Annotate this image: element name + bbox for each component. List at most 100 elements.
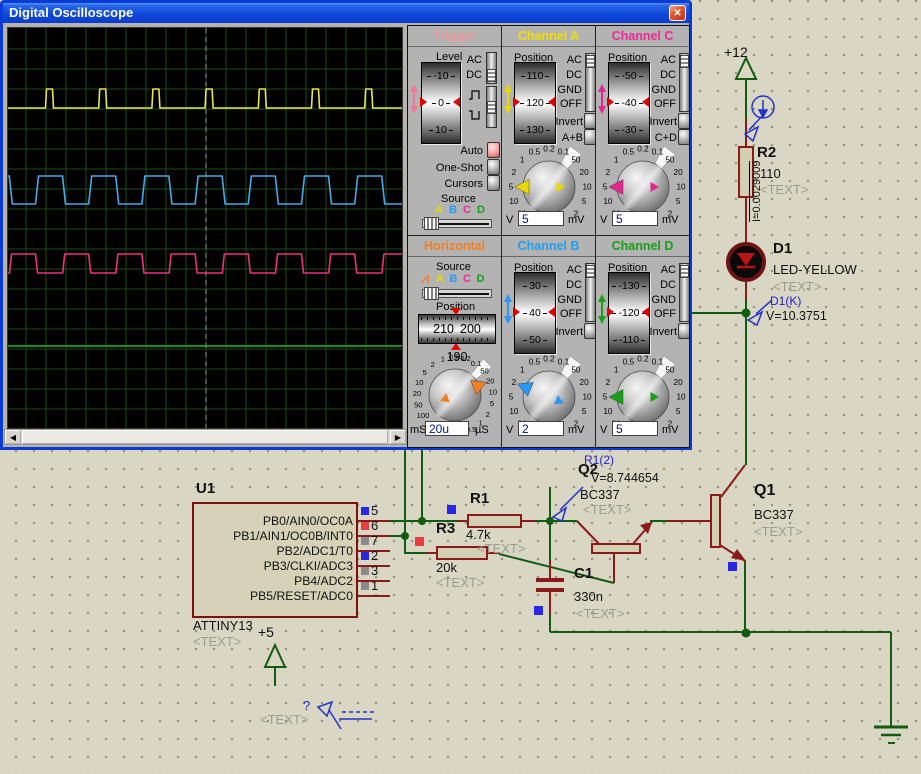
- pin-number: 1: [371, 578, 378, 593]
- r3-ref[interactable]: R3: [436, 520, 455, 537]
- scroll-left-icon[interactable]: ◀: [5, 430, 21, 444]
- coupling-slider[interactable]: [585, 263, 596, 322]
- knob-scale-label: 5: [422, 368, 426, 377]
- timebase-value-input[interactable]: 20u: [425, 421, 469, 436]
- r2-ref[interactable]: R2: [757, 144, 776, 161]
- window-titlebar[interactable]: Digital Oscilloscope: [3, 3, 689, 23]
- h-position-gauge[interactable]: 210200190: [418, 314, 496, 344]
- gauge-marker-right: [453, 97, 460, 107]
- close-icon[interactable]: ✕: [669, 5, 686, 21]
- invert-button[interactable]: [678, 113, 689, 129]
- resistor-r1[interactable]: [468, 515, 521, 527]
- one-shot-button[interactable]: [487, 159, 500, 175]
- knob-scale-label: 1: [614, 156, 619, 165]
- gain-value-input[interactable]: 2: [518, 421, 564, 436]
- d1-ref[interactable]: D1: [773, 240, 792, 257]
- channel-position-arrow[interactable]: [502, 294, 514, 324]
- knob-scale-label: 1: [441, 355, 445, 364]
- coupling-label: AC: [640, 263, 676, 278]
- coupling-labels: ACDCGNDOFF: [546, 263, 582, 322]
- slider-knob[interactable]: [680, 265, 689, 278]
- knob-scale-label: 5: [676, 407, 681, 416]
- floating-probe-icon[interactable]: [318, 702, 374, 729]
- r1-ref[interactable]: R1: [470, 490, 489, 507]
- slider-knob[interactable]: [586, 55, 595, 68]
- h-source-slider[interactable]: [422, 289, 492, 298]
- channel-position-arrow[interactable]: [502, 84, 514, 114]
- gauge-marker-left: [607, 307, 614, 317]
- gain-value-input[interactable]: 5: [518, 211, 564, 226]
- coupling-slider[interactable]: [585, 53, 596, 112]
- scroll-right-icon[interactable]: ▶: [390, 430, 406, 444]
- r1-value[interactable]: 4.7k: [466, 527, 491, 542]
- capacitor-c1[interactable]: [536, 580, 564, 590]
- auto-button[interactable]: [487, 142, 500, 158]
- voltage-probe-r1-icon[interactable]: [553, 487, 583, 521]
- invert-button[interactable]: [678, 323, 689, 339]
- cursors-button[interactable]: [487, 175, 500, 191]
- c1-text-placeholder: <TEXT>: [576, 606, 624, 621]
- knob-scale-label: 10: [415, 378, 423, 387]
- knob-scale-label: 0.1: [652, 148, 664, 157]
- ground-icon[interactable]: [874, 727, 908, 743]
- source-channel-D: D: [477, 273, 485, 285]
- scope-scrollbar[interactable]: ◀ ▶: [4, 429, 407, 445]
- trigger-coupling-slider[interactable]: [486, 52, 497, 84]
- pin-state-indicator: [361, 567, 369, 575]
- r1-text-placeholder: <TEXT>: [477, 541, 525, 556]
- q1-ref[interactable]: Q1: [754, 482, 775, 500]
- invert-label: Invert: [540, 116, 583, 128]
- trigger-level-arrow[interactable]: [408, 84, 420, 114]
- channel-position-arrow[interactable]: [596, 84, 608, 114]
- slider-knob[interactable]: [487, 101, 496, 114]
- r2-value[interactable]: 110: [760, 166, 781, 181]
- slider-knob[interactable]: [487, 69, 496, 82]
- coupling-label: AC: [640, 53, 676, 68]
- coupling-slider[interactable]: [679, 263, 689, 322]
- invert-button[interactable]: [584, 113, 596, 129]
- d1-value[interactable]: LED-YELLOW: [773, 262, 857, 277]
- invert-label: Invert: [634, 116, 677, 128]
- knob-scale-label: 0.5: [623, 358, 635, 367]
- panel-channel-c: Channel CPosition-50-40-30ACDCGNDOFFInve…: [596, 26, 689, 236]
- knob-scale-label: 20: [674, 378, 684, 387]
- oscilloscope-window: Digital Oscilloscope ✕ ◀ ▶ TriggerLevel-…: [0, 0, 692, 450]
- pin-name: PB2/ADC1/T0: [199, 544, 353, 559]
- slider-knob[interactable]: [424, 217, 439, 230]
- power-12v-icon[interactable]: [736, 58, 756, 79]
- scroll-thumb[interactable]: [22, 430, 388, 444]
- coupling-label: AC: [546, 263, 582, 278]
- trigger-edge-slider[interactable]: [486, 86, 497, 128]
- c1-ref[interactable]: C1: [574, 565, 593, 582]
- slider-knob[interactable]: [424, 287, 439, 300]
- knob-scale-label: 0.2: [637, 145, 649, 154]
- led-d1[interactable]: [728, 244, 764, 280]
- slider-knob[interactable]: [680, 55, 689, 68]
- gain-value-input[interactable]: 5: [612, 421, 658, 436]
- power-5v-icon[interactable]: [265, 645, 285, 686]
- knob-scale-label: 5: [582, 197, 587, 206]
- knob-scale-label: 2: [606, 378, 611, 387]
- invert-button[interactable]: [584, 323, 596, 339]
- panel-title: Channel A: [502, 26, 595, 47]
- coupling-slider[interactable]: [679, 53, 689, 112]
- knob-scale-label: 5: [676, 197, 681, 206]
- trace-channel-a: [8, 89, 402, 108]
- source-channel-A: A: [435, 204, 443, 216]
- coupling-label: OFF: [640, 307, 676, 322]
- slider-knob[interactable]: [586, 265, 595, 278]
- transistor-q2[interactable]: [592, 522, 652, 553]
- r3-value[interactable]: 20k: [436, 560, 457, 575]
- pin-number: 3: [371, 563, 378, 578]
- coupling-label: AC: [458, 53, 482, 68]
- trigger-source-slider[interactable]: [422, 219, 492, 228]
- channel-position-arrow[interactable]: [596, 294, 608, 324]
- unit-left: V: [600, 424, 607, 436]
- gain-value-input[interactable]: 5: [612, 211, 658, 226]
- knob-scale-label: 20: [580, 378, 590, 387]
- coupling-labels: ACDC: [458, 53, 482, 83]
- c1-value[interactable]: 330n: [574, 589, 603, 604]
- u1-ref[interactable]: U1: [196, 480, 215, 497]
- source-channel-B: B: [450, 273, 458, 285]
- current-probe-icon[interactable]: [745, 96, 774, 141]
